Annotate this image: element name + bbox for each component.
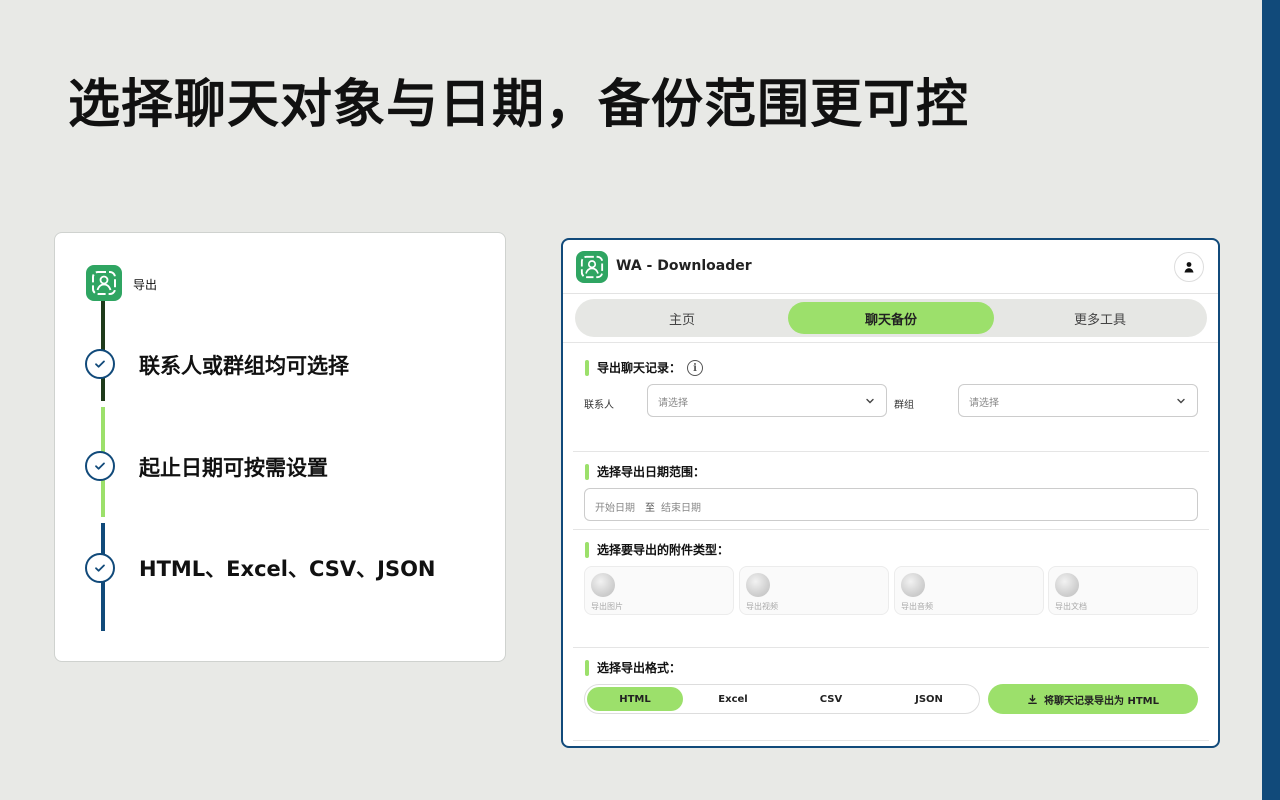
group-select[interactable]: 请选择	[958, 384, 1198, 417]
check-circle-icon	[85, 553, 115, 583]
attachment-toggle-audio[interactable]: 导出音频	[894, 566, 1044, 615]
format-option-html[interactable]: HTML	[587, 687, 683, 711]
right-edge-strip	[1262, 0, 1280, 800]
export-button[interactable]: 将聊天记录导出为 HTML	[988, 684, 1198, 714]
attachment-toggle-images[interactable]: 导出图片	[584, 566, 734, 615]
attachment-toggle-videos[interactable]: 导出视频	[739, 566, 889, 615]
contact-select-placeholder: 请选择	[658, 398, 688, 409]
end-date-placeholder: 结束日期	[661, 503, 701, 514]
feature-card: 导出 联系人或群组均可选择 起止日期可按需设置 HTML、Excel、CSV、J…	[54, 232, 506, 662]
divider	[573, 740, 1209, 741]
tab-home[interactable]: 主页	[579, 302, 785, 334]
attachment-toggle-documents[interactable]: 导出文档	[1048, 566, 1198, 615]
export-label: 导出	[133, 278, 158, 292]
feature-formats: HTML、Excel、CSV、JSON	[139, 557, 436, 581]
check-circle-icon	[85, 451, 115, 481]
toggle-knob	[746, 573, 770, 597]
toggle-knob	[1055, 573, 1079, 597]
attachment-label: 导出图片	[591, 602, 623, 611]
format-option-excel[interactable]: Excel	[685, 687, 781, 711]
app-header: WA - Downloader	[563, 240, 1218, 294]
app-logo-icon	[86, 265, 122, 301]
attachment-label: 导出文档	[1055, 602, 1087, 611]
contact-select[interactable]: 请选择	[647, 384, 887, 417]
section-title-attachments: 选择要导出的附件类型：	[585, 542, 729, 558]
attachment-label: 导出音频	[901, 602, 933, 611]
format-option-json[interactable]: JSON	[881, 687, 977, 711]
check-circle-icon	[85, 349, 115, 379]
feature-contacts-groups: 联系人或群组均可选择	[139, 354, 349, 378]
info-icon[interactable]: i	[687, 360, 703, 376]
group-select-placeholder: 请选择	[969, 398, 999, 409]
contact-label: 联系人	[584, 400, 614, 411]
tab-chat-backup[interactable]: 聊天备份	[788, 302, 994, 334]
user-icon	[1184, 262, 1194, 273]
section-title-export-chat: 导出聊天记录：	[585, 360, 681, 376]
app-logo-icon	[576, 251, 608, 283]
download-icon	[1028, 694, 1037, 704]
app-window: WA - Downloader 主页 聊天备份 更多工具 导出聊天记录： i 联…	[561, 238, 1220, 748]
feature-date-range: 起止日期可按需设置	[139, 456, 328, 480]
format-option-csv[interactable]: CSV	[783, 687, 879, 711]
page-headline: 选择聊天对象与日期，备份范围更可控	[68, 75, 970, 135]
section-title-date-range: 选择导出日期范围：	[585, 464, 705, 480]
user-avatar-button[interactable]	[1174, 252, 1204, 282]
export-button-label: 将聊天记录导出为 HTML	[1044, 695, 1159, 707]
format-segmented-control: HTML Excel CSV JSON	[584, 684, 980, 714]
divider	[573, 529, 1209, 530]
tab-more-tools[interactable]: 更多工具	[997, 302, 1203, 334]
start-date-placeholder: 开始日期	[595, 503, 635, 514]
divider	[563, 342, 1218, 343]
group-label: 群组	[894, 400, 914, 411]
toggle-knob	[591, 573, 615, 597]
toggle-knob	[901, 573, 925, 597]
chevron-down-icon	[866, 398, 874, 404]
chevron-down-icon	[1177, 398, 1185, 404]
date-range-separator: 至	[645, 503, 655, 514]
main-tabs: 主页 聊天备份 更多工具	[575, 299, 1207, 337]
divider	[573, 647, 1209, 648]
divider	[573, 451, 1209, 452]
date-range-input[interactable]: 开始日期 至 结束日期	[584, 488, 1198, 521]
app-title: WA - Downloader	[616, 258, 752, 274]
section-title-format: 选择导出格式：	[585, 660, 681, 676]
attachment-label: 导出视频	[746, 602, 778, 611]
